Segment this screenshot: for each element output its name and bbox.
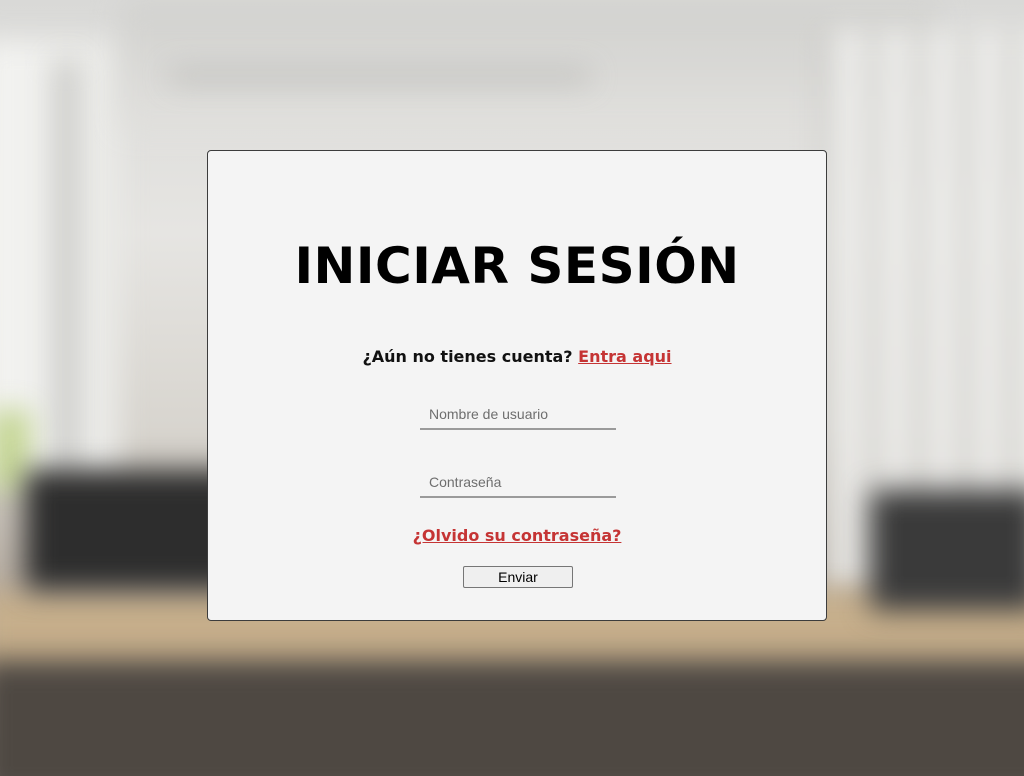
register-prompt: ¿Aún no tienes cuenta? Entra aqui bbox=[208, 345, 826, 369]
page-title: INICIAR SESIÓN bbox=[294, 237, 740, 295]
background-ceiling bbox=[120, 0, 940, 130]
submit-button[interactable]: Enviar bbox=[463, 566, 573, 588]
password-field[interactable] bbox=[420, 468, 616, 498]
forgot-password-row: ¿Olvido su contraseña? bbox=[208, 524, 826, 548]
background-floor bbox=[0, 660, 1024, 776]
register-prompt-text: ¿Aún no tienes cuenta? bbox=[362, 347, 573, 366]
background-ceiling-light bbox=[170, 68, 590, 84]
register-link[interactable]: Entra aqui bbox=[578, 347, 671, 366]
background-window-frame bbox=[55, 60, 77, 490]
background-monitor-right bbox=[870, 490, 1024, 610]
login-card: INICIAR SESIÓN ¿Aún no tienes cuenta? En… bbox=[207, 150, 827, 621]
forgot-password-link[interactable]: ¿Olvido su contraseña? bbox=[413, 526, 622, 545]
username-field[interactable] bbox=[420, 400, 616, 430]
